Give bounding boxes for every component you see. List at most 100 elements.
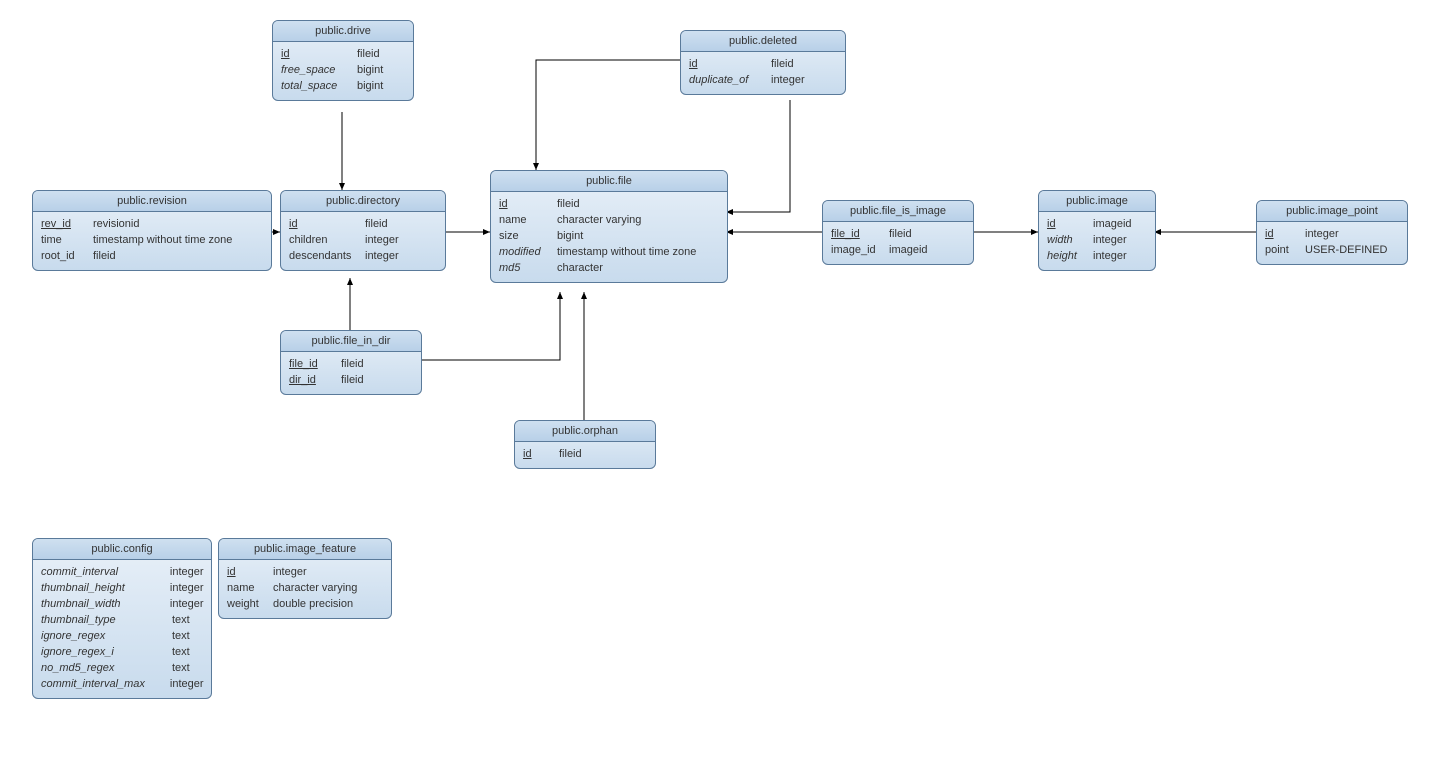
column-name: commit_interval_max	[41, 676, 164, 692]
table-orphan: public.orphan idfileid	[514, 420, 656, 469]
table-row: thumbnail_heightinteger	[41, 580, 203, 596]
column-type: integer	[365, 232, 399, 248]
column-name: md5	[499, 260, 551, 276]
column-name: file_id	[289, 356, 335, 372]
column-type: text	[172, 644, 190, 660]
column-name: id	[1265, 226, 1299, 242]
column-name: id	[281, 46, 351, 62]
table-row: ignore_regex_i text	[41, 644, 203, 660]
table-row: thumbnail_width integer	[41, 596, 203, 612]
table-row: idimageid	[1047, 216, 1147, 232]
table-body: idimageidwidthintegerheightinteger	[1039, 212, 1155, 270]
table-body: idfileid	[515, 442, 655, 468]
table-image_feature: public.image_featureid integernamecharact…	[218, 538, 392, 619]
table-title: public.deleted	[681, 31, 845, 52]
table-row: modified timestamp without time zone	[499, 244, 719, 260]
column-type: text	[172, 612, 190, 628]
table-row: id integer	[227, 564, 383, 580]
table-body: idfileidchildrenintegerdescendantsintege…	[281, 212, 445, 270]
column-type: revisionid	[93, 216, 139, 232]
column-type: integer	[365, 248, 399, 264]
column-name: name	[227, 580, 267, 596]
table-body: file_idfileiddir_idfileid	[281, 352, 421, 394]
table-row: weightdouble precision	[227, 596, 383, 612]
column-name: thumbnail_width	[41, 596, 164, 612]
column-name: root_id	[41, 248, 87, 264]
column-type: bigint	[357, 78, 383, 94]
table-revision: public.revisionrev_idrevisionidtimetimes…	[32, 190, 272, 271]
table-row: children integer	[289, 232, 437, 248]
table-image_point: public.image_pointidintegerpointUSER-DEF…	[1256, 200, 1408, 265]
connectors-layer	[0, 0, 1434, 762]
column-name: total_space	[281, 78, 351, 94]
table-row: size bigint	[499, 228, 719, 244]
table-file_is_image: public.file_is_image file_id fileid image_i…	[822, 200, 974, 265]
table-row: root_id fileid	[41, 248, 263, 264]
table-body: idfileidfree_spacebiginttotal_spacebigin…	[273, 42, 413, 100]
column-type: fileid	[889, 226, 912, 242]
column-type: text	[172, 628, 190, 644]
table-file: public.file idfileidname character varying…	[490, 170, 728, 283]
column-type: fileid	[341, 356, 364, 372]
table-title: public.image_feature	[219, 539, 391, 560]
column-type: character varying	[557, 212, 641, 228]
table-row: ignore_regex text	[41, 628, 203, 644]
table-title: public.directory	[281, 191, 445, 212]
column-name: ignore_regex	[41, 628, 166, 644]
table-body: rev_idrevisionidtimetimestamp without ti…	[33, 212, 271, 270]
column-type: bigint	[357, 62, 383, 78]
table-row: heightinteger	[1047, 248, 1147, 264]
column-type: fileid	[357, 46, 380, 62]
table-title: public.orphan	[515, 421, 655, 442]
column-type: fileid	[365, 216, 388, 232]
column-name: duplicate_of	[689, 72, 765, 88]
column-type: fileid	[93, 248, 116, 264]
table-row: name character varying	[499, 212, 719, 228]
column-name: modified	[499, 244, 551, 260]
table-body: idfileidduplicate_of integer	[681, 52, 845, 94]
column-name: children	[289, 232, 359, 248]
column-type: bigint	[557, 228, 583, 244]
column-name: dir_id	[289, 372, 335, 388]
table-body: idfileidnamecharacter varyingsizebigintm…	[491, 192, 727, 282]
column-name: image_id	[831, 242, 883, 258]
table-title: public.file	[491, 171, 727, 192]
table-row: idfileid	[289, 216, 437, 232]
column-name: ignore_regex_i	[41, 644, 166, 660]
column-type: integer	[170, 596, 203, 612]
table-row: id fileid	[281, 46, 405, 62]
table-row: idfileid	[523, 446, 647, 462]
table-row: timetimestamp without time zone	[41, 232, 263, 248]
table-row: idfileid	[689, 56, 837, 72]
table-row: pointUSER-DEFINED	[1265, 242, 1399, 258]
table-body: id integernamecharacter varyingweightdoub…	[219, 560, 391, 618]
column-name: file_id	[831, 226, 883, 242]
table-title: public.image_point	[1257, 201, 1407, 222]
table-title: public.revision	[33, 191, 271, 212]
table-body: idintegerpointUSER-DEFINED	[1257, 222, 1407, 264]
column-type: integer	[170, 676, 203, 692]
table-row: namecharacter varying	[227, 580, 383, 596]
column-type: double precision	[273, 596, 353, 612]
column-type: timestamp without time zone	[557, 244, 696, 260]
table-row: idfileid	[499, 196, 719, 212]
table-row: md5character	[499, 260, 719, 276]
table-directory: public.directoryidfileidchildrenintegerd…	[280, 190, 446, 271]
table-row: widthinteger	[1047, 232, 1147, 248]
column-name: point	[1265, 242, 1299, 258]
column-name: size	[499, 228, 551, 244]
column-name: thumbnail_height	[41, 580, 164, 596]
column-name: name	[499, 212, 551, 228]
table-row: commit_interval integer	[41, 564, 203, 580]
column-type: integer	[273, 564, 307, 580]
column-type: integer	[771, 72, 805, 88]
column-type: fileid	[559, 446, 582, 462]
column-name: id	[227, 564, 267, 580]
table-title: public.file_is_image	[823, 201, 973, 222]
connector-file_in_dir-to-file	[420, 292, 560, 360]
table-row: idinteger	[1265, 226, 1399, 242]
column-name: commit_interval	[41, 564, 164, 580]
column-type: integer	[170, 564, 203, 580]
table-body: commit_intervalintegerthumbnail_heightin…	[33, 560, 211, 698]
column-type: imageid	[889, 242, 928, 258]
